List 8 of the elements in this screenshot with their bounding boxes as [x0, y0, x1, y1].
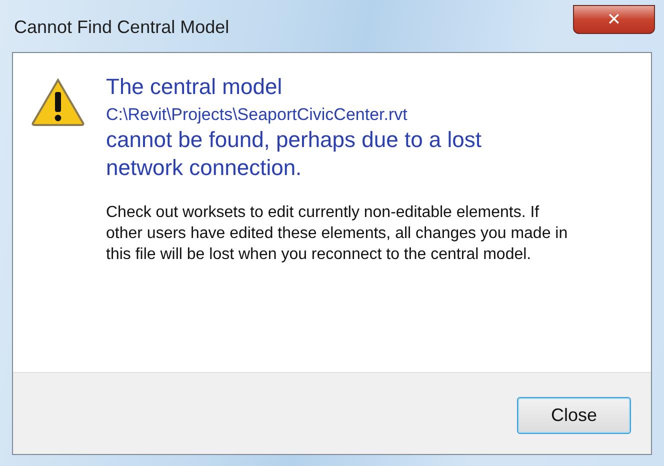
- file-path: C:\Revit\Projects\SeaportCivicCenter.rvt: [106, 105, 408, 125]
- warning-icon: [30, 77, 86, 127]
- content-text: Check out worksets to edit currently non-editable elements. If other users have edited these elements, all changes you made in this file will be lost when you reconnect to the central model.: [106, 203, 569, 265]
- window-title: Cannot Find Central Model: [14, 17, 230, 38]
- close-button[interactable]: ✕: [573, 5, 655, 34]
- main-instruction: The central model: [106, 73, 284, 101]
- close-dialog-button[interactable]: Close: [517, 397, 631, 434]
- main-instruction: cannot be found, perhaps due to a lost network connection.: [106, 126, 483, 182]
